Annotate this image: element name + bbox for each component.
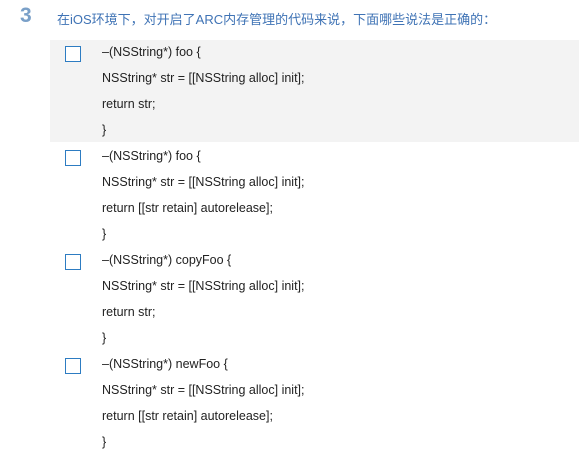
code-line: NSString* str = [[NSString alloc] init]; [102,175,305,189]
option-a[interactable]: –(NSString*) foo { NSString* str = [[NSS… [50,40,579,142]
question-text: 在iOS环境下，对开启了ARC内存管理的代码来说，下面哪些说法是正确的： [57,12,497,27]
option-b[interactable]: –(NSString*) foo { NSString* str = [[NSS… [50,144,579,246]
code-line: } [102,123,107,137]
code-line: –(NSString*) foo { [102,149,201,163]
options-list: –(NSString*) foo { NSString* str = [[NSS… [50,40,579,454]
code-line: } [102,227,107,241]
code-line: return [[str retain] autorelease]; [102,201,273,215]
option-a-code: –(NSString*) foo { NSString* str = [[NSS… [102,42,305,146]
checkbox-option-c[interactable] [65,254,81,270]
question-number: 3 [20,4,32,27]
option-c[interactable]: –(NSString*) copyFoo { NSString* str = [… [50,248,579,350]
code-line: NSString* str = [[NSString alloc] init]; [102,279,305,293]
option-d-code: –(NSString*) newFoo { NSString* str = [[… [102,354,305,458]
option-b-code: –(NSString*) foo { NSString* str = [[NSS… [102,146,305,250]
code-line: –(NSString*) copyFoo { [102,253,232,267]
option-d[interactable]: –(NSString*) newFoo { NSString* str = [[… [50,352,579,454]
checkbox-option-a[interactable] [65,46,81,62]
option-c-code: –(NSString*) copyFoo { NSString* str = [… [102,250,305,354]
code-line: return str; [102,97,156,111]
code-line: NSString* str = [[NSString alloc] init]; [102,71,305,85]
checkbox-option-b[interactable] [65,150,81,166]
code-line: –(NSString*) newFoo { [102,357,228,371]
code-line: return [[str retain] autorelease]; [102,409,273,423]
code-line: } [102,435,107,449]
code-line: –(NSString*) foo { [102,45,201,59]
checkbox-option-d[interactable] [65,358,81,374]
code-line: return str; [102,305,156,319]
code-line: } [102,331,107,345]
code-line: NSString* str = [[NSString alloc] init]; [102,383,305,397]
